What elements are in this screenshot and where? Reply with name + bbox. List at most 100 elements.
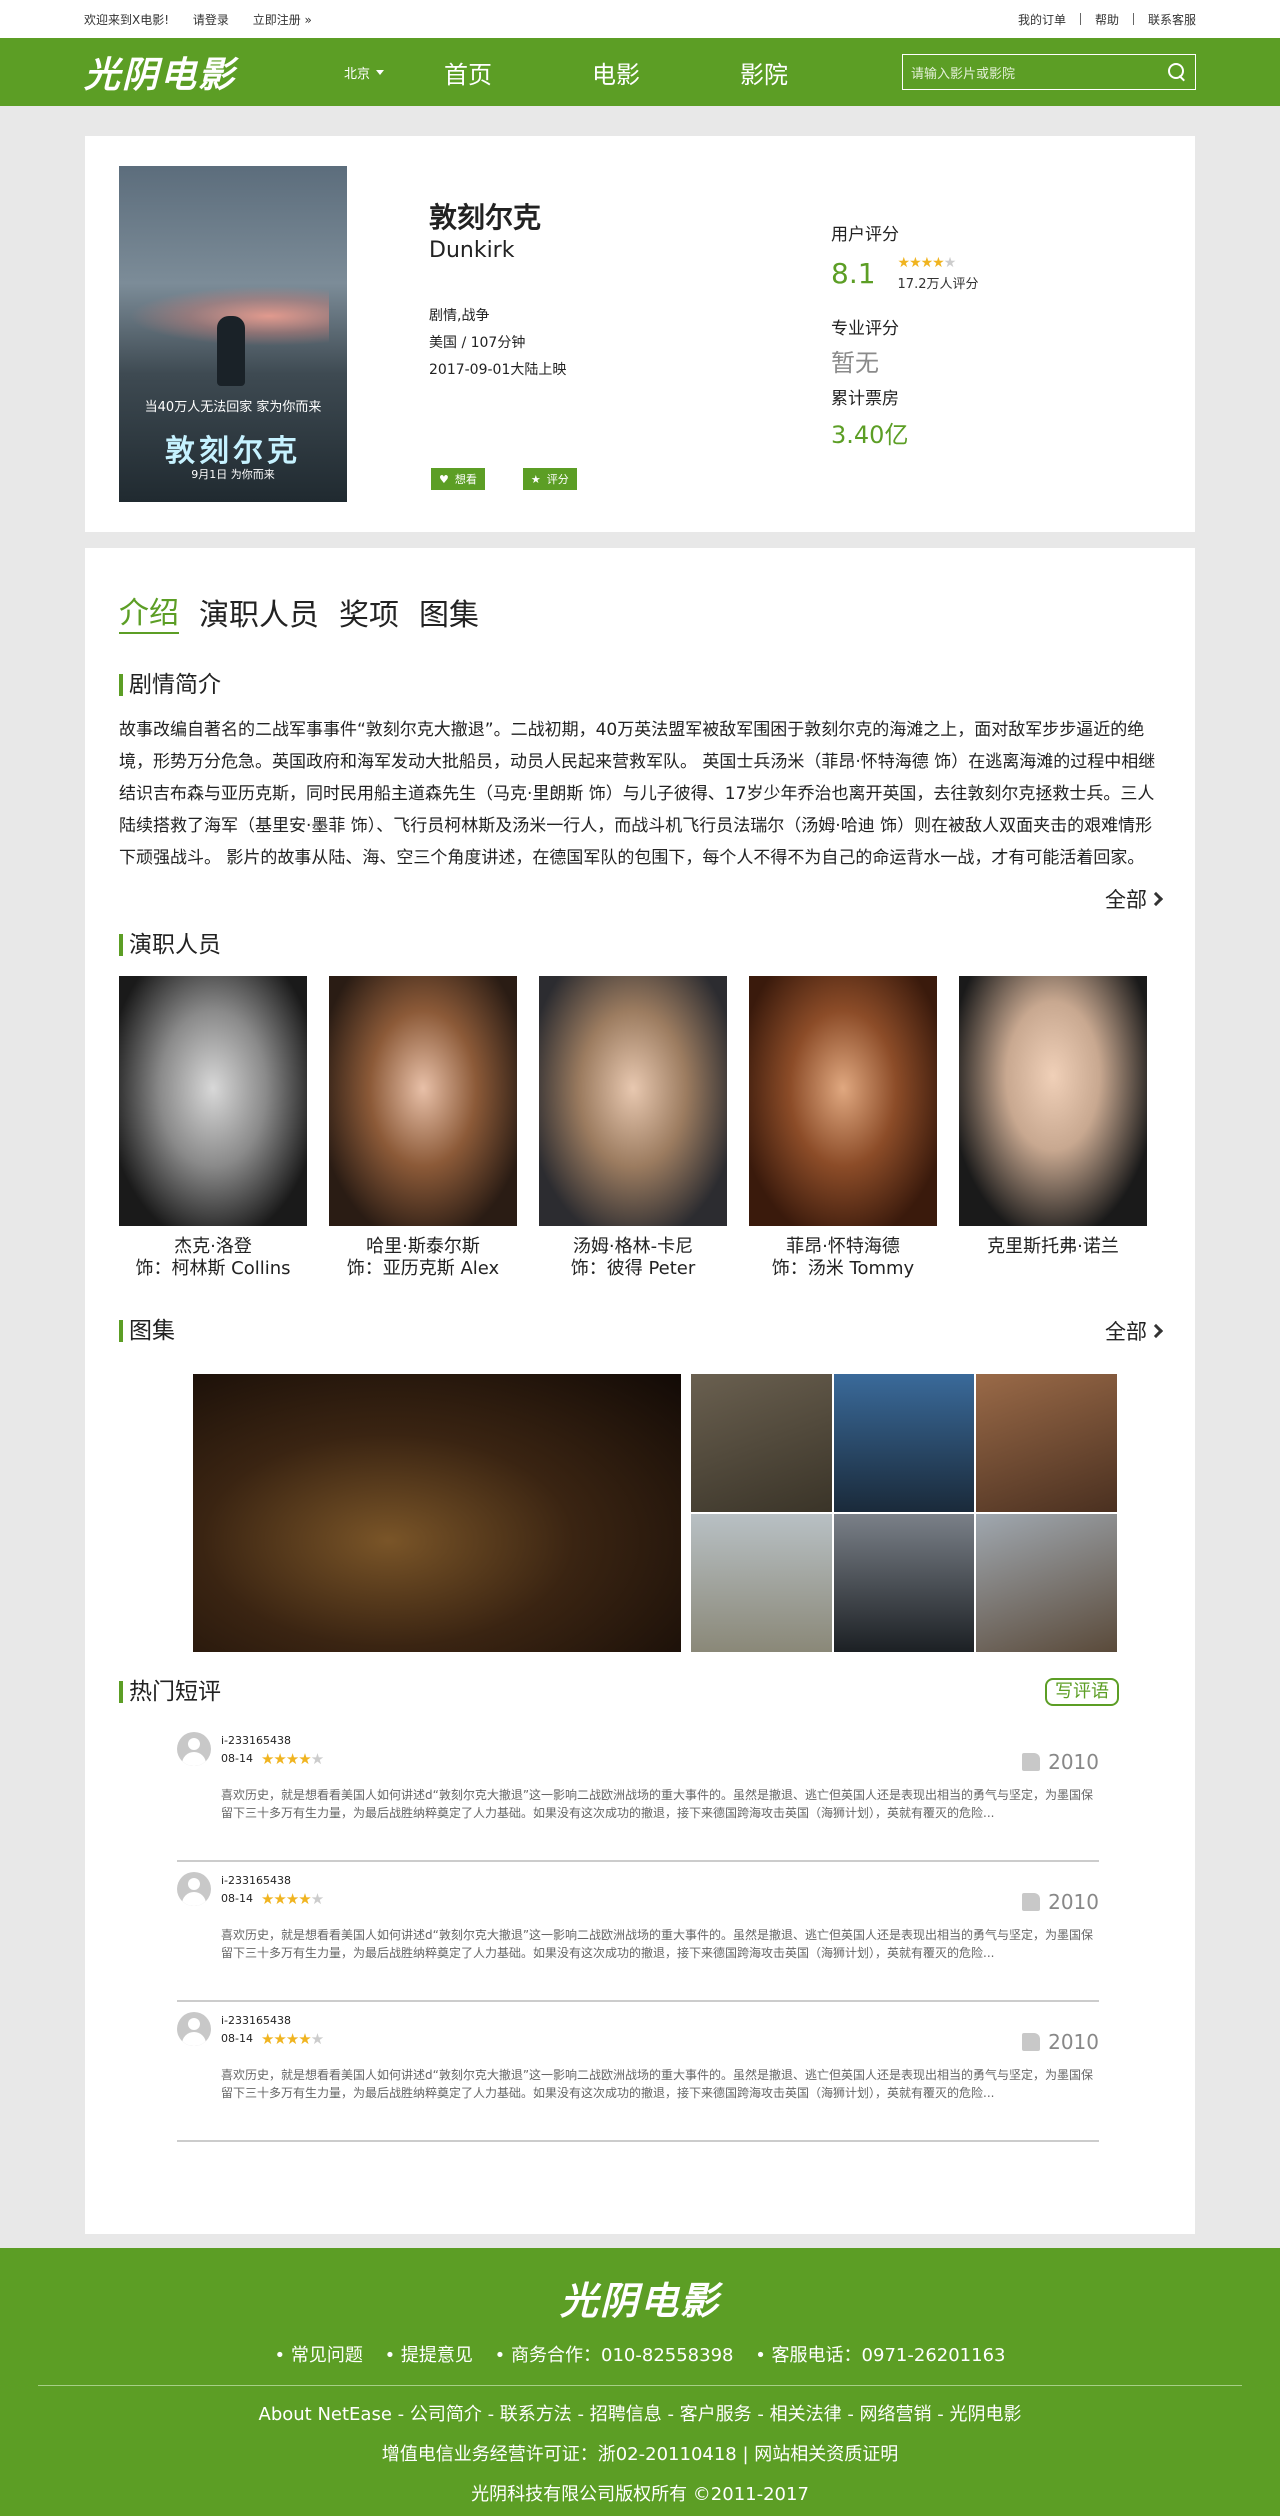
plot-more-link[interactable]: 全部 bbox=[1105, 884, 1164, 914]
poster-title: 敦刻尔克 bbox=[165, 434, 301, 469]
review-text: 喜欢历史，就是想看看美国人如何讲述d“敦刻尔克大撤退”这一影响二战欧洲战场的重大… bbox=[221, 1928, 1094, 1960]
cast-member[interactable]: 哈里·斯泰尔斯 饰：亚历克斯 Alex bbox=[329, 976, 517, 1280]
like-count: 2010 bbox=[1048, 1750, 1099, 1774]
cast-name: 菲昂·怀特海德 bbox=[786, 1236, 900, 1257]
review-date: 08-14 bbox=[221, 2032, 253, 2045]
review-stars: ★★★★★ bbox=[260, 1890, 324, 1908]
star-icon: ★ bbox=[530, 472, 541, 486]
contact-link[interactable]: 联系客服 bbox=[1148, 11, 1196, 28]
cast-member[interactable]: 杰克·洛登 饰：柯林斯 Collins bbox=[119, 976, 307, 1280]
write-review-button[interactable]: 写评语 bbox=[1045, 1678, 1119, 1706]
cast-photo bbox=[329, 976, 517, 1226]
review-username[interactable]: i-233165438 bbox=[221, 2012, 323, 2030]
cast-member[interactable]: 克里斯托弗·诺兰 bbox=[959, 976, 1147, 1280]
footer-logo[interactable]: 光阴电影 bbox=[0, 2248, 1280, 2325]
like-button[interactable]: 2010 bbox=[1022, 1890, 1099, 1914]
footer-link-business[interactable]: • 商务合作：010-82558398 bbox=[495, 2345, 734, 2366]
rating-stars: ★★★★★ bbox=[897, 255, 957, 271]
movie-title-cn: 敦刻尔克 bbox=[429, 201, 542, 234]
avatar[interactable] bbox=[177, 2012, 211, 2046]
tab-cast[interactable]: 演职人员 bbox=[199, 590, 319, 634]
plot-text: 故事改编自著名的二战军事事件“敦刻尔克大撤退”。二战初期，40万英法盟军被敌军围… bbox=[119, 720, 1156, 868]
tab-gallery[interactable]: 图集 bbox=[419, 590, 479, 634]
footer-link-feedback[interactable]: • 提提意见 bbox=[385, 2345, 473, 2366]
footer-links: • 常见问题 • 提提意见 • 商务合作：010-82558398 • 客服电话… bbox=[0, 2341, 1280, 2367]
welcome-text: 欢迎来到X电影! bbox=[84, 12, 170, 27]
gallery-main-image[interactable] bbox=[193, 1374, 681, 1652]
like-button[interactable]: 2010 bbox=[1022, 2030, 1099, 2054]
chevron-down-icon bbox=[376, 69, 385, 75]
score-panel: 用户评分 8.1 ★★★★★ 17.2万人评分 专业评分 暂无 累计票房 3.4… bbox=[831, 220, 978, 450]
footer-link-faq[interactable]: • 常见问题 bbox=[275, 2345, 363, 2366]
plot-more-label: 全部 bbox=[1105, 888, 1147, 912]
site-logo[interactable]: 光阴电影 bbox=[84, 46, 344, 98]
nav-home[interactable]: 首页 bbox=[444, 55, 492, 90]
top-bar: 欢迎来到X电影! 请登录 立即注册 » 我的订单 帮助 联系客服 bbox=[0, 0, 1280, 38]
login-link[interactable]: 请登录 bbox=[193, 13, 229, 27]
footer-divider bbox=[38, 2385, 1242, 2386]
review-item: i-233165438 08-14 ★★★★★ 2010 喜欢历史，就是想看看美… bbox=[177, 2002, 1099, 2142]
user-score-value: 8.1 bbox=[831, 257, 876, 290]
movie-release: 2017-09-01大陆上映 bbox=[429, 362, 567, 378]
review-user: i-233165438 08-14 ★★★★★ bbox=[221, 1872, 324, 1908]
cast-role: 饰：柯林斯 Collins bbox=[135, 1258, 291, 1279]
like-button[interactable]: 2010 bbox=[1022, 1750, 1099, 1774]
review-text: 喜欢历史，就是想看看美国人如何讲述d“敦刻尔克大撤退”这一影响二战欧洲战场的重大… bbox=[221, 2068, 1094, 2100]
movie-genre: 剧情,战争 bbox=[429, 308, 490, 324]
plot-heading: 剧情简介 bbox=[119, 674, 221, 697]
city-selector[interactable]: 北京 bbox=[344, 63, 385, 82]
nav-cinemas[interactable]: 影院 bbox=[740, 55, 788, 90]
review-item: i-233165438 08-14 ★★★★★ 2010 喜欢历史，就是想看看美… bbox=[177, 1862, 1099, 2002]
movie-region-duration: 美国 / 107分钟 bbox=[429, 335, 526, 351]
cast-member[interactable]: 汤姆·格林-卡尼 饰：彼得 Peter bbox=[539, 976, 727, 1280]
top-bar-left: 欢迎来到X电影! 请登录 立即注册 » bbox=[84, 11, 332, 28]
movie-title-en: Dunkirk bbox=[429, 238, 515, 263]
pro-score-value: 暂无 bbox=[831, 349, 879, 377]
footer-link-service-phone[interactable]: • 客服电话：0971-26201163 bbox=[755, 2345, 1005, 2366]
search-icon[interactable] bbox=[1167, 62, 1187, 82]
review-username[interactable]: i-233165438 bbox=[221, 1872, 323, 1890]
footer-company-links[interactable]: About NetEase - 公司简介 - 联系方法 - 招聘信息 - 客户服… bbox=[0, 2400, 1280, 2426]
my-orders-link[interactable]: 我的订单 bbox=[1018, 11, 1066, 28]
help-link[interactable]: 帮助 bbox=[1095, 11, 1119, 28]
cast-list: 杰克·洛登 饰：柯林斯 Collins 哈里·斯泰尔斯 饰：亚历克斯 Alex … bbox=[119, 976, 1161, 1280]
footer-license[interactable]: 增值电信业务经营许可证：浙02-20110418 | 网站相关资质证明 bbox=[0, 2440, 1280, 2466]
review-username[interactable]: i-233165438 bbox=[221, 1732, 323, 1750]
gallery-thumb[interactable] bbox=[691, 1514, 832, 1652]
movie-actions: ♥ 想看 ★ 评分 bbox=[431, 468, 615, 490]
search-input[interactable]: 请输入影片或影院 bbox=[902, 54, 1196, 90]
want-button[interactable]: ♥ 想看 bbox=[431, 468, 485, 490]
plot-more-row: 全部 bbox=[119, 884, 1164, 914]
poster-date: 9月1日 为你而来 bbox=[191, 468, 275, 481]
review-stars: ★★★★★ bbox=[260, 2030, 324, 2048]
gallery-thumb[interactable] bbox=[691, 1374, 832, 1512]
cast-photo bbox=[749, 976, 937, 1226]
cast-role: 饰：亚历克斯 Alex bbox=[346, 1258, 500, 1279]
gallery-thumb[interactable] bbox=[833, 1514, 975, 1652]
nav-movies[interactable]: 电影 bbox=[592, 55, 640, 90]
cast-heading: 演职人员 bbox=[119, 934, 221, 957]
avatar[interactable] bbox=[177, 1872, 211, 1906]
want-label: 想看 bbox=[454, 473, 477, 486]
search-placeholder: 请输入影片或影院 bbox=[911, 66, 1016, 82]
gallery-thumb[interactable] bbox=[976, 1514, 1117, 1652]
review-item: i-233165438 08-14 ★★★★★ 2010 喜欢历史，就是想看看美… bbox=[177, 1722, 1099, 1862]
avatar[interactable] bbox=[177, 1732, 211, 1766]
rate-button[interactable]: ★ 评分 bbox=[522, 468, 577, 490]
cast-member[interactable]: 菲昂·怀特海德 饰：汤米 Tommy bbox=[749, 976, 937, 1280]
movie-poster[interactable]: 当40万人无法回家 家为你而来 敦刻尔克 9月1日 为你而来 bbox=[119, 166, 347, 502]
chevron-right-icon bbox=[1148, 1323, 1164, 1339]
review-user: i-233165438 08-14 ★★★★★ bbox=[221, 2012, 324, 2048]
gallery-thumb[interactable] bbox=[976, 1374, 1117, 1512]
tab-intro[interactable]: 介绍 bbox=[119, 588, 179, 634]
like-count: 2010 bbox=[1048, 1890, 1099, 1914]
tab-awards[interactable]: 奖项 bbox=[339, 590, 399, 634]
rate-label: 评分 bbox=[546, 473, 569, 486]
gallery-thumb[interactable] bbox=[833, 1374, 975, 1512]
movie-details: 敦刻尔克 Dunkirk 剧情,战争 美国 / 107分钟 2017-09-01… bbox=[429, 166, 566, 502]
thumbs-up-icon bbox=[1022, 2033, 1041, 2051]
review-date: 08-14 bbox=[221, 1892, 253, 1905]
gallery-more-link[interactable]: 全部 bbox=[1105, 1316, 1164, 1346]
register-link[interactable]: 立即注册 » bbox=[253, 13, 312, 27]
poster-tagline: 当40万人无法回家 家为你而来 bbox=[144, 400, 322, 415]
